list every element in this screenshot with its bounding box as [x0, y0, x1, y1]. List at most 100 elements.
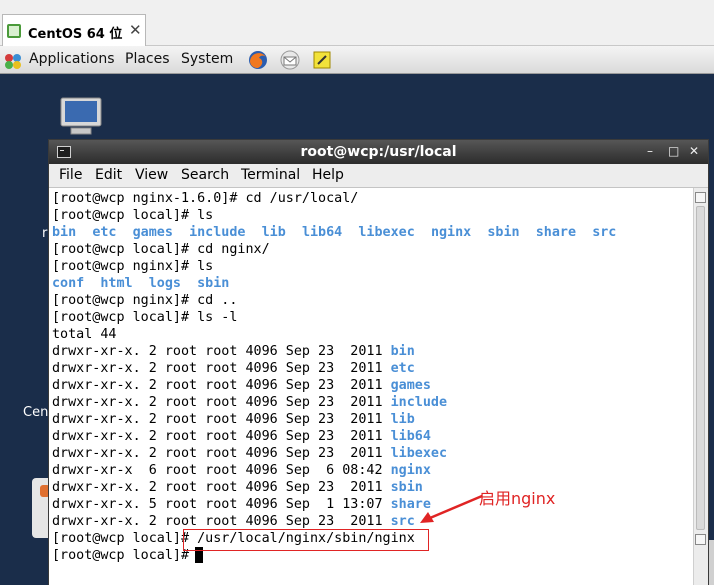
terminal-text: [root@wcp local]# ls -l [52, 310, 238, 325]
directory-name: bin [390, 344, 415, 359]
terminal-line: [root@wcp nginx]# cd .. [52, 292, 237, 309]
vm-tab-centos[interactable]: CentOS 64 位 ✕ [2, 14, 146, 46]
directory-name: games [390, 378, 431, 393]
directory-name: html [100, 276, 133, 291]
minimize-icon[interactable]: – [647, 144, 653, 158]
terminal-text: drwxr-xr-x. 2 root root 4096 Sep 23 2011 [52, 378, 391, 393]
terminal-line: drwxr-xr-x. 5 root root 4096 Sep 1 13:07… [52, 496, 431, 513]
menu-terminal[interactable]: Terminal [241, 167, 300, 183]
terminal-line: drwxr-xr-x 6 root root 4096 Sep 6 08:42 … [52, 462, 431, 479]
background-scrollbar[interactable] [709, 540, 714, 585]
terminal-line: bin etc games include lib lib64 libexec … [52, 224, 616, 241]
directory-name: nginx [390, 463, 431, 478]
terminal-text: [root@wcp nginx]# ls [52, 259, 214, 274]
applications-menu[interactable]: Applications [29, 51, 115, 67]
terminal-text: drwxr-xr-x. 2 root root 4096 Sep 23 2011 [52, 412, 391, 427]
terminal-text: total 44 [52, 327, 117, 342]
menu-file[interactable]: File [59, 167, 82, 183]
mail-icon[interactable] [279, 49, 301, 71]
computer-icon[interactable] [57, 96, 105, 138]
terminal-text: drwxr-xr-x. 2 root root 4096 Sep 23 2011 [52, 480, 391, 495]
terminal-text: [root@wcp nginx]# cd .. [52, 293, 238, 308]
terminal-menubar: File Edit View Search Terminal Help [49, 164, 708, 188]
terminal-line: [root@wcp nginx]# ls [52, 258, 213, 275]
close-icon[interactable]: ✕ [689, 144, 699, 158]
terminal-text: drwxr-xr-x 6 root root 4096 Sep 6 08:42 [52, 463, 391, 478]
terminal-line: total 44 [52, 326, 117, 343]
terminal-line: drwxr-xr-x. 2 root root 4096 Sep 23 2011… [52, 411, 415, 428]
maximize-icon[interactable]: □ [668, 144, 679, 158]
terminal-line: drwxr-xr-x. 2 root root 4096 Sep 23 2011… [52, 479, 423, 496]
terminal-line: drwxr-xr-x. 2 root root 4096 Sep 23 2011… [52, 343, 415, 360]
directory-name: lib [261, 225, 286, 240]
directory-name: include [189, 225, 246, 240]
terminal-output[interactable]: [root@wcp nginx-1.6.0]# cd /usr/local/ [r… [49, 188, 693, 585]
menu-search[interactable]: Search [181, 167, 229, 183]
system-menu[interactable]: System [181, 51, 233, 67]
directory-name: etc [390, 361, 415, 376]
vm-tab-label: CentOS 64 位 [28, 27, 123, 42]
terminal-text: [root@wcp local]# cd nginx/ [52, 242, 270, 257]
scroll-up-icon[interactable] [695, 192, 706, 203]
directory-name: lib64 [301, 225, 343, 240]
menu-edit[interactable]: Edit [95, 167, 122, 183]
terminal-text: [root@wcp nginx-1.6.0]# cd /usr/local/ [52, 191, 359, 206]
directory-name: libexec [390, 446, 448, 461]
menu-help[interactable]: Help [312, 167, 344, 183]
terminal-text: [root@wcp local]# ls [52, 208, 214, 223]
terminal-line: drwxr-xr-x. 2 root root 4096 Sep 23 2011… [52, 377, 431, 394]
terminal-line: [root@wcp local]# [52, 547, 197, 564]
terminal-line: drwxr-xr-x. 2 root root 4096 Sep 23 2011… [52, 428, 431, 445]
vm-icon [7, 24, 21, 38]
terminal-line: drwxr-xr-x. 2 root root 4096 Sep 23 2011… [52, 394, 447, 411]
terminal-line: [root@wcp local]# ls [52, 207, 213, 224]
terminal-text: drwxr-xr-x. 2 root root 4096 Sep 23 2011 [52, 429, 391, 444]
terminal-line: drwxr-xr-x. 2 root root 4096 Sep 23 2011… [52, 360, 415, 377]
terminal-titlebar[interactable]: root@wcp:/usr/local – □ ✕ [49, 140, 708, 164]
applications-icon [5, 54, 21, 69]
directory-name: libexec [358, 225, 415, 240]
terminal-text: drwxr-xr-x. 2 root root 4096 Sep 23 2011 [52, 446, 391, 461]
terminal-text: [root@wcp local]# [52, 548, 198, 563]
top-panel: Applications Places System [0, 46, 714, 74]
menu-view[interactable]: View [135, 167, 168, 183]
annotation-highlight-box [183, 529, 429, 551]
window-title: root@wcp:/usr/local [300, 144, 457, 160]
directory-name: sbin [197, 276, 230, 291]
directory-name: sbin [487, 225, 520, 240]
directory-name: bin [52, 225, 77, 240]
directory-name: share [535, 225, 577, 240]
directory-name: lib64 [390, 429, 431, 444]
terminal-line: conf html logs sbin [52, 275, 229, 292]
vm-tab-bar: CentOS 64 位 ✕ [0, 0, 714, 46]
close-tab-icon[interactable]: ✕ [129, 21, 142, 39]
terminal-line: drwxr-xr-x. 2 root root 4096 Sep 23 2011… [52, 513, 415, 530]
firefox-icon[interactable] [247, 49, 269, 71]
directory-name: games [132, 225, 173, 240]
scrollbar-thumb[interactable] [696, 206, 705, 530]
terminal-window: root@wcp:/usr/local – □ ✕ File Edit View… [48, 139, 709, 585]
directory-name: logs [148, 276, 181, 291]
desktop-label-fragment: r [42, 226, 48, 241]
directory-name: nginx [430, 225, 472, 240]
places-menu[interactable]: Places [125, 51, 170, 67]
terminal-line: drwxr-xr-x. 2 root root 4096 Sep 23 2011… [52, 445, 447, 462]
notes-icon[interactable] [311, 49, 333, 71]
scroll-down-icon[interactable] [695, 534, 706, 545]
terminal-text: drwxr-xr-x. 5 root root 4096 Sep 1 13:07 [52, 497, 391, 512]
terminal-text: drwxr-xr-x. 2 root root 4096 Sep 23 2011 [52, 395, 391, 410]
terminal-line: [root@wcp local]# ls -l [52, 309, 237, 326]
directory-name: conf [52, 276, 85, 291]
